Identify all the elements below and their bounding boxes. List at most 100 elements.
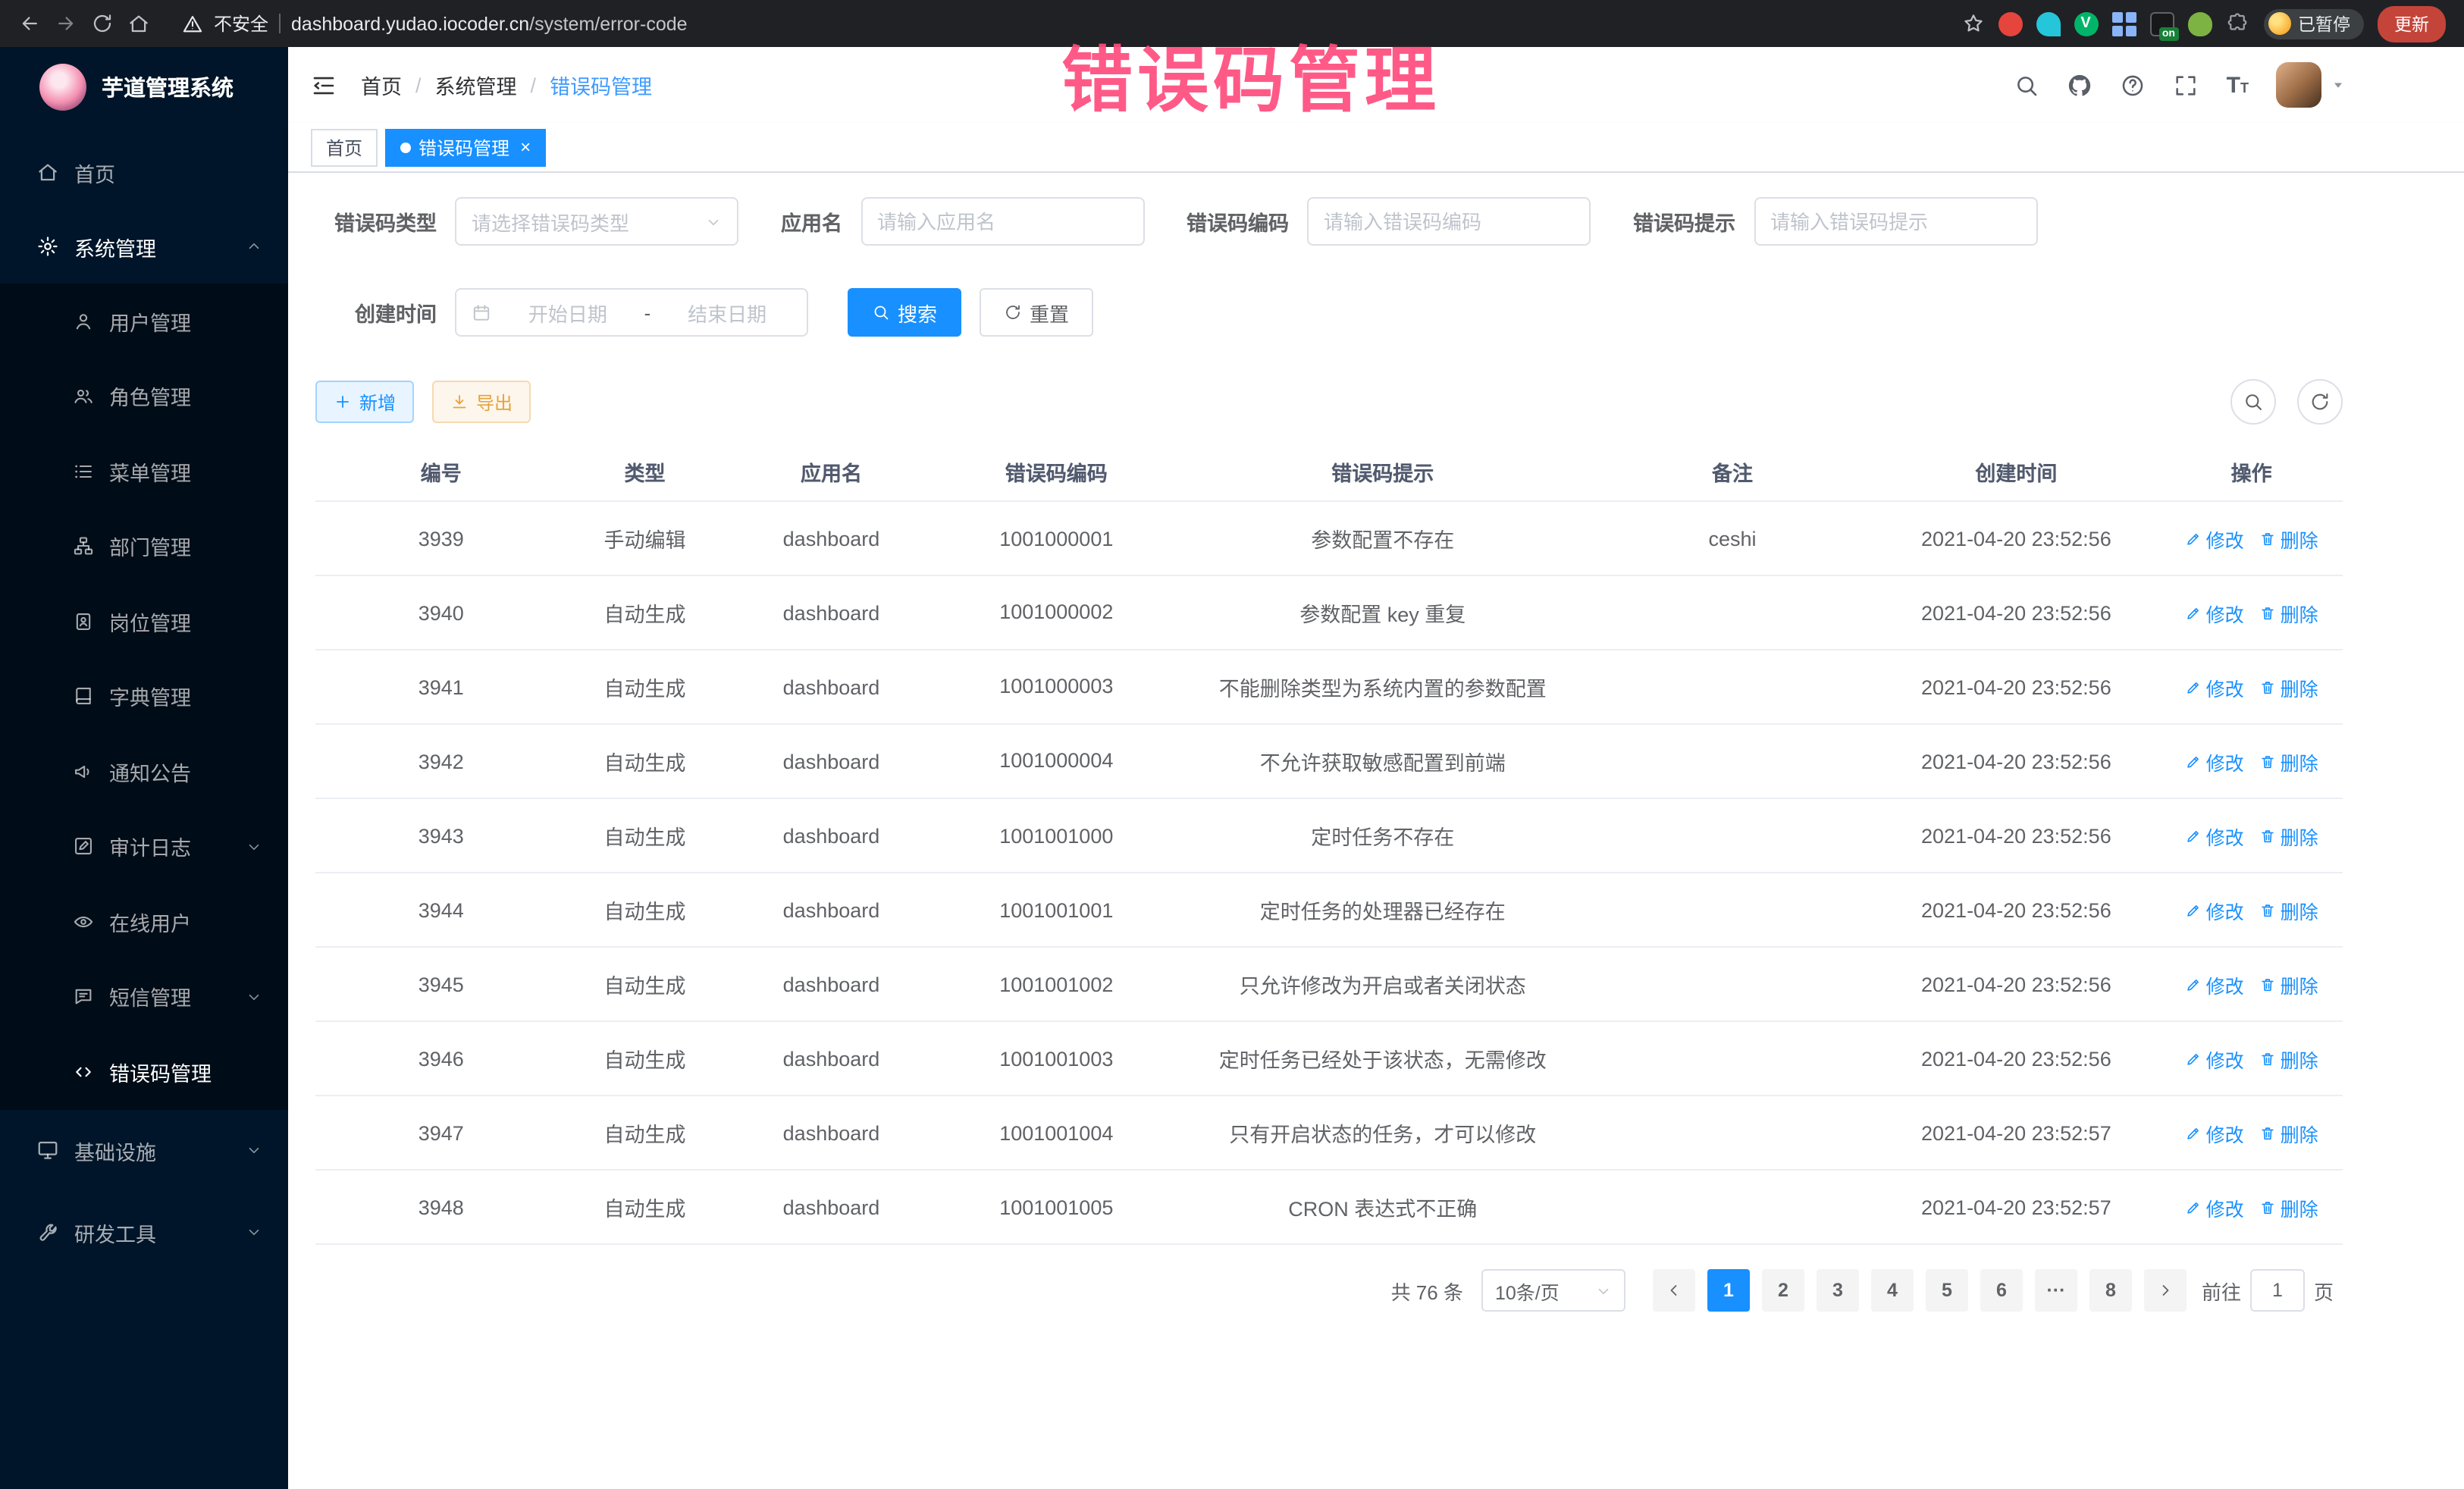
page-button[interactable]: 6 <box>1980 1269 2023 1312</box>
sidebar-subitem[interactable]: 错误码管理 <box>0 1034 288 1109</box>
url-text[interactable]: dashboard.yudao.iocoder.cn/system/error-… <box>291 13 688 34</box>
cell-time: 2021-04-20 23:52:57 <box>1873 1096 2161 1170</box>
cell-msg: 只允许修改为开启或者关闭状态 <box>1173 947 1593 1021</box>
caret-down-icon[interactable] <box>2331 77 2346 92</box>
edit-link[interactable]: 修改 <box>2185 895 2244 924</box>
delete-link[interactable]: 删除 <box>2259 524 2318 553</box>
sidebar-subitem[interactable]: 短信管理 <box>0 959 288 1034</box>
back-icon[interactable] <box>18 12 41 35</box>
delete-link[interactable]: 删除 <box>2259 1044 2318 1073</box>
online-icon <box>73 911 94 933</box>
breadcrumb-system[interactable]: 系统管理 <box>435 70 517 100</box>
sidebar-subitem[interactable]: 通知公告 <box>0 734 288 809</box>
edit-pencil-icon <box>2185 1050 2202 1067</box>
edit-link[interactable]: 修改 <box>2185 970 2244 998</box>
sidebar-subitem[interactable]: 菜单管理 <box>0 434 288 509</box>
error-code-input[interactable] <box>1307 197 1591 246</box>
sidebar-subitem[interactable]: 岗位管理 <box>0 584 288 659</box>
extension-teal-pin-icon[interactable] <box>2036 11 2060 36</box>
refresh-table-button[interactable] <box>2297 379 2343 425</box>
error-type-select[interactable]: 请选择错误码类型 <box>455 197 738 246</box>
extensions-puzzle-icon[interactable] <box>2225 11 2249 36</box>
page-button[interactable]: 1 <box>1707 1269 1750 1312</box>
sidebar-subitem[interactable]: 部门管理 <box>0 509 288 584</box>
app-logo[interactable]: 芋道管理系统 <box>0 47 288 126</box>
search-icon[interactable] <box>2014 72 2040 98</box>
delete-link[interactable]: 删除 <box>2259 672 2318 701</box>
delete-link[interactable]: 删除 <box>2259 895 2318 924</box>
page-button[interactable]: ··· <box>2035 1269 2077 1312</box>
close-icon[interactable]: × <box>520 136 531 158</box>
extension-grid-icon[interactable] <box>2111 11 2136 36</box>
delete-link[interactable]: 删除 <box>2259 598 2318 627</box>
sidebar-subitem[interactable]: 在线用户 <box>0 884 288 959</box>
omnibox[interactable]: 不安全 dashboard.yudao.iocoder.cn/system/er… <box>182 11 688 36</box>
sidebar-item-infrastructure[interactable]: 基础设施 <box>0 1109 288 1191</box>
prev-page-button[interactable] <box>1653 1269 1695 1312</box>
delete-link[interactable]: 删除 <box>2259 970 2318 998</box>
extension-paw-icon[interactable] <box>2187 11 2212 36</box>
font-size-icon[interactable]: TT <box>2227 72 2249 98</box>
browser-home-icon[interactable] <box>127 12 150 35</box>
sidebar-item-devtools[interactable]: 研发工具 <box>0 1191 288 1273</box>
edit-link[interactable]: 修改 <box>2185 672 2244 701</box>
sidebar-subitem[interactable]: 角色管理 <box>0 359 288 434</box>
sidebar-subitem[interactable]: 字典管理 <box>0 659 288 734</box>
add-button[interactable]: 新增 <box>315 381 414 423</box>
delete-link[interactable]: 删除 <box>2259 1118 2318 1147</box>
error-msg-input[interactable] <box>1754 197 2037 246</box>
sidebar-subitem[interactable]: 审计日志 <box>0 809 288 884</box>
sidebar-subitem[interactable]: 用户管理 <box>0 284 288 359</box>
sidebar-item-system[interactable]: 系统管理 <box>0 209 288 284</box>
edit-link[interactable]: 修改 <box>2185 1118 2244 1147</box>
tab-home[interactable]: 首页 <box>311 128 378 166</box>
extension-v-icon[interactable]: V <box>2074 11 2098 36</box>
reset-button[interactable]: 重置 <box>980 288 1093 337</box>
page-button[interactable]: 5 <box>1926 1269 1968 1312</box>
app-frame: 芋道管理系统 首页 系统管理 用户管理 <box>0 47 2464 1489</box>
tab-error-code[interactable]: 错误码管理 × <box>385 128 546 166</box>
extension-dark-icon[interactable]: on <box>2149 11 2174 36</box>
github-icon[interactable] <box>2067 72 2093 98</box>
extension-red-icon[interactable] <box>1998 11 2022 36</box>
page-size-select[interactable]: 10条/页 <box>1481 1269 1625 1312</box>
page-button[interactable]: 4 <box>1871 1269 1914 1312</box>
user-avatar[interactable] <box>2276 62 2321 108</box>
edit-link[interactable]: 修改 <box>2185 598 2244 627</box>
menu-fold-icon[interactable] <box>311 72 337 98</box>
code-icon <box>73 1061 94 1083</box>
edit-link[interactable]: 修改 <box>2185 1193 2244 1221</box>
goto-page-input[interactable] <box>2250 1269 2305 1312</box>
search-icon <box>2243 391 2264 412</box>
forward-icon[interactable] <box>55 12 77 35</box>
fullscreen-icon[interactable] <box>2174 72 2199 98</box>
sidebar-item-home[interactable]: 首页 <box>0 135 288 209</box>
edit-link[interactable]: 修改 <box>2185 524 2244 553</box>
security-label[interactable]: 不安全 <box>214 11 268 36</box>
date-range-picker[interactable]: 开始日期 - 结束日期 <box>455 288 808 337</box>
reload-icon[interactable] <box>91 12 114 35</box>
help-icon[interactable] <box>2121 72 2146 98</box>
search-button[interactable]: 搜索 <box>848 288 961 337</box>
search-icon <box>872 303 890 321</box>
breadcrumb-home[interactable]: 首页 <box>361 70 402 100</box>
page-button[interactable]: 2 <box>1762 1269 1804 1312</box>
tab-label: 首页 <box>326 134 362 160</box>
bookmark-star-icon[interactable] <box>1961 12 1984 35</box>
page-button[interactable]: 8 <box>2089 1269 2132 1312</box>
browser-update-button[interactable]: 更新 <box>2378 5 2446 42</box>
export-button[interactable]: 导出 <box>432 381 531 423</box>
delete-link[interactable]: 删除 <box>2259 1193 2318 1221</box>
next-page-button[interactable] <box>2144 1269 2187 1312</box>
gear-icon <box>36 235 59 258</box>
divider <box>279 14 281 33</box>
app-name-input[interactable] <box>861 197 1144 246</box>
edit-link[interactable]: 修改 <box>2185 747 2244 776</box>
edit-link[interactable]: 修改 <box>2185 1044 2244 1073</box>
edit-link[interactable]: 修改 <box>2185 821 2244 850</box>
delete-link[interactable]: 删除 <box>2259 747 2318 776</box>
delete-link[interactable]: 删除 <box>2259 821 2318 850</box>
browser-profile-paused-badge[interactable]: 已暂停 <box>2263 8 2364 39</box>
toggle-search-button[interactable] <box>2230 379 2276 425</box>
page-button[interactable]: 3 <box>1817 1269 1859 1312</box>
